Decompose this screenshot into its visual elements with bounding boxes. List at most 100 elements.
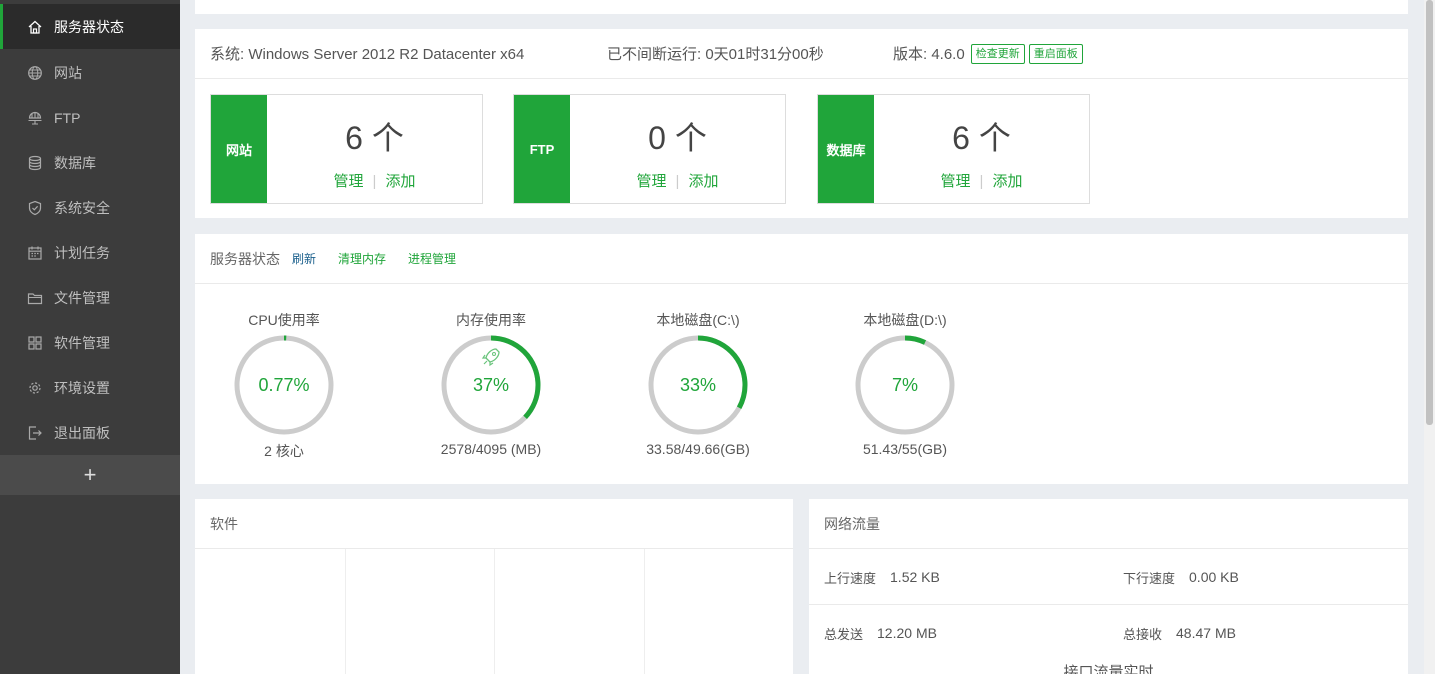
gauge-footer: 33.58/49.66(GB) — [646, 441, 750, 457]
gauge-value: 0.77% — [258, 375, 309, 395]
page-scrollbar[interactable] — [1424, 0, 1435, 674]
traffic-speed-row: 上行速度 1.52 KB 下行速度 0.00 KB — [809, 549, 1408, 605]
traffic-total-row: 总发送 12.20 MB 总接收 48.47 MB — [809, 605, 1408, 661]
network-traffic-panel: 网络流量 上行速度 1.52 KB 下行速度 0.00 KB 总发送 12.20… — [809, 499, 1408, 674]
system-os: 系统: Windows Server 2012 R2 Datacenter x6… — [210, 46, 525, 63]
link-separator: | — [372, 173, 377, 190]
database-count-tag: 数据库 — [818, 95, 874, 203]
site-count: 6 个 — [345, 120, 404, 156]
cpu-gauge: CPU使用率 0.77% 2 核心 — [194, 310, 374, 461]
gauge-ring: 33% — [648, 335, 748, 435]
gauge-value: 7% — [892, 375, 918, 395]
database-manage-link[interactable]: 管理 — [941, 173, 971, 190]
link-separator: | — [979, 173, 984, 190]
sidebar-item-files[interactable]: 文件管理 — [0, 275, 180, 320]
top-panel-edge — [195, 0, 1408, 14]
gauge-title: 本地磁盘(C:\) — [656, 312, 740, 328]
sidebar-item-ftp[interactable]: FTP — [0, 95, 180, 140]
database-links: 管理 | 添加 — [874, 170, 1089, 191]
clear-memory-link[interactable]: 清理内存 — [338, 250, 386, 267]
total-received: 总接收 48.47 MB — [1123, 605, 1236, 661]
ftp-count: 0 个 — [648, 120, 707, 156]
traffic-title: 网络流量 — [824, 515, 880, 532]
ftp-count-card: FTP 0 个 管理 | 添加 — [513, 94, 786, 204]
sidebar-item-label: 系统安全 — [54, 199, 110, 216]
download-speed: 下行速度 0.00 KB — [1123, 549, 1239, 605]
shield-icon — [27, 200, 43, 216]
process-manage-link[interactable]: 进程管理 — [408, 250, 456, 267]
database-icon — [27, 155, 43, 171]
site-count-card: 网站 6 个 管理 | 添加 — [210, 94, 483, 204]
scrollbar-thumb[interactable] — [1426, 0, 1433, 425]
sidebar-item-security[interactable]: 系统安全 — [0, 185, 180, 230]
sidebar-item-cron[interactable]: 计划任务 — [0, 230, 180, 275]
sidebar-item-server-status[interactable]: 服务器状态 — [0, 4, 180, 49]
gear-icon — [27, 380, 43, 396]
total-received-label: 总接收 — [1123, 626, 1163, 642]
server-status-panel: 服务器状态 刷新 清理内存 进程管理 CPU使用率 0.77% 2 核心 内存使… — [195, 234, 1408, 484]
calendar-icon — [27, 245, 43, 261]
software-title: 软件 — [210, 515, 238, 532]
rocket-icon[interactable] — [481, 348, 500, 367]
sidebar-item-software[interactable]: 软件管理 — [0, 320, 180, 365]
sidebar-item-label: 网站 — [54, 64, 82, 81]
check-update-button[interactable]: 检查更新 — [970, 43, 1025, 64]
sidebar-item-label: 计划任务 — [54, 244, 110, 261]
database-count: 6 个 — [952, 120, 1011, 156]
site-manage-link[interactable]: 管理 — [334, 173, 364, 190]
sidebar-item-label: 文件管理 — [54, 289, 110, 306]
server-status-header: 服务器状态 刷新 清理内存 进程管理 — [195, 234, 1408, 284]
server-status-title: 服务器状态 — [210, 250, 280, 267]
download-speed-value: 0.00 KB — [1189, 569, 1239, 585]
sidebar-item-database[interactable]: 数据库 — [0, 140, 180, 185]
globe-icon — [27, 65, 43, 81]
disk-c-gauge: 本地磁盘(C:\) 33% 33.58/49.66(GB) — [608, 310, 788, 457]
restart-panel-button[interactable]: 重启面板 — [1028, 43, 1083, 64]
software-panel: 软件 — [195, 499, 793, 674]
home-icon — [27, 19, 43, 35]
software-header: 软件 — [195, 499, 793, 549]
traffic-header: 网络流量 — [809, 499, 1408, 549]
upload-speed-label: 上行速度 — [824, 570, 877, 586]
interface-traffic-title: 接口流量实时 — [1063, 664, 1154, 674]
site-add-link[interactable]: 添加 — [385, 173, 415, 190]
database-count-card: 数据库 6 个 管理 | 添加 — [817, 94, 1090, 204]
total-sent-label: 总发送 — [824, 626, 864, 642]
memory-gauge[interactable]: 内存使用率 37% 2578/4095 (MB) — [401, 310, 581, 457]
ftp-add-link[interactable]: 添加 — [688, 173, 718, 190]
gauge-ring: 37% — [441, 335, 541, 435]
sidebar: 服务器状态 网站 FTP 数据库 系统安全 计划任务 文件管理 软件管理 环境设… — [0, 0, 180, 674]
software-grid-divider — [494, 549, 495, 674]
software-grid-divider — [345, 549, 346, 674]
total-received-value: 48.47 MB — [1176, 625, 1236, 641]
sidebar-item-logout[interactable]: 退出面板 — [0, 410, 180, 455]
folder-icon — [27, 290, 43, 306]
system-uptime: 已不间断运行: 0天01时31分00秒 — [607, 46, 824, 63]
link-separator: | — [675, 173, 680, 190]
database-add-link[interactable]: 添加 — [992, 173, 1022, 190]
sidebar-item-label: 退出面板 — [54, 424, 110, 441]
sidebar-item-label: 服务器状态 — [54, 18, 124, 35]
ftp-manage-link[interactable]: 管理 — [637, 173, 667, 190]
gauge-footer: 2578/4095 (MB) — [440, 441, 542, 457]
gauge-title: 内存使用率 — [456, 312, 526, 328]
gauge-title: 本地磁盘(D:\) — [863, 312, 947, 328]
version-group: 版本: 4.6.0 检查更新 重启面板 — [893, 43, 1083, 64]
system-info-panel: 系统: Windows Server 2012 R2 Datacenter x6… — [195, 29, 1408, 218]
download-speed-label: 下行速度 — [1123, 570, 1176, 586]
total-sent: 总发送 12.20 MB — [824, 605, 937, 661]
sidebar-item-label: 数据库 — [54, 154, 96, 171]
sidebar-item-label: FTP — [54, 109, 81, 126]
sidebar-item-websites[interactable]: 网站 — [0, 50, 180, 95]
upload-speed-value: 1.52 KB — [890, 569, 940, 585]
add-shortcut-button[interactable]: + — [0, 455, 180, 495]
sidebar-item-settings[interactable]: 环境设置 — [0, 365, 180, 410]
gauge-value: 37% — [473, 375, 509, 395]
refresh-link[interactable]: 刷新 — [292, 250, 316, 267]
total-sent-value: 12.20 MB — [877, 625, 937, 641]
grid-icon — [27, 335, 43, 351]
site-links: 管理 | 添加 — [267, 170, 482, 191]
ftp-count-tag: FTP — [514, 95, 570, 203]
gauge-ring: 0.77% — [234, 335, 334, 435]
gauge-title: CPU使用率 — [248, 312, 320, 328]
